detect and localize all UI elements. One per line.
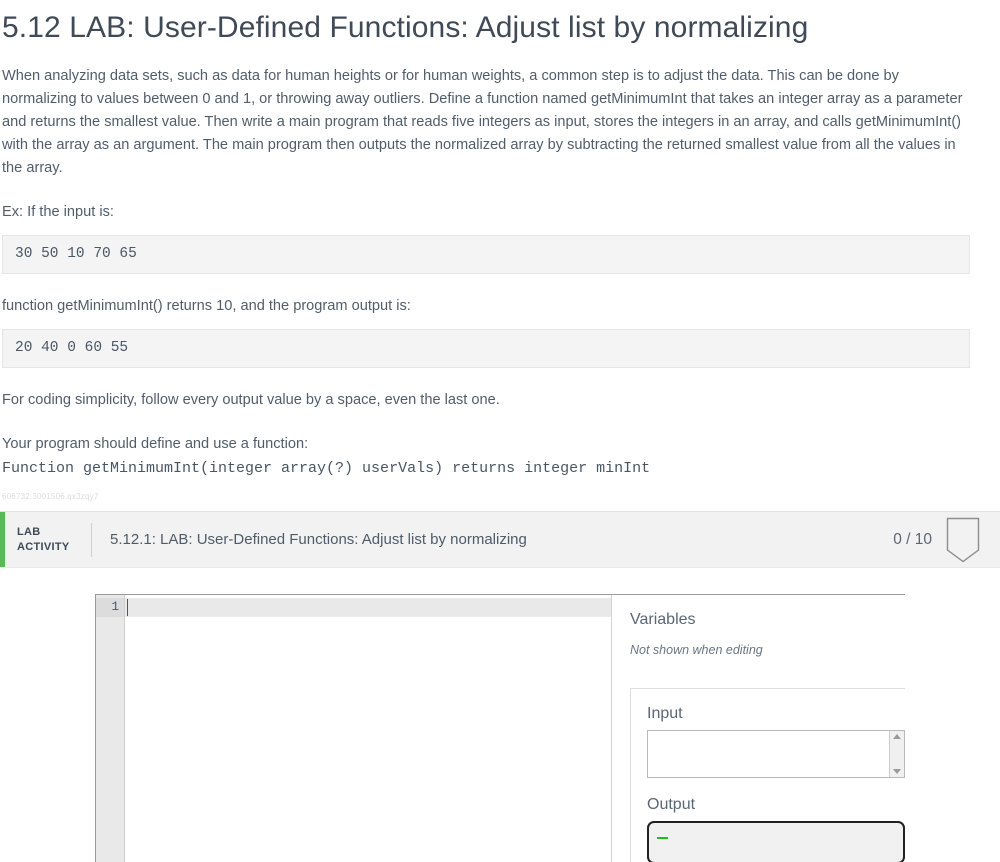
input-scrollbar[interactable] bbox=[889, 731, 904, 777]
arrow-up-icon[interactable] bbox=[893, 734, 901, 739]
input-label: Input bbox=[647, 705, 683, 722]
input-textarea[interactable] bbox=[648, 731, 889, 777]
activity-kind-line-1: LAB bbox=[17, 525, 41, 538]
lab-activity-section: LAB ACTIVITY 5.12.1: LAB: User-Defined F… bbox=[0, 511, 1000, 862]
activity-title: 5.12.1: LAB: User-Defined Functions: Adj… bbox=[110, 531, 527, 548]
variables-io-panel: Variables Not shown when editing Input O… bbox=[612, 595, 905, 862]
io-group: Input Output bbox=[630, 688, 905, 862]
activity-body: 1 Variables Not shown when editing Input bbox=[0, 568, 1000, 862]
intro-paragraph: When analyzing data sets, such as data f… bbox=[2, 68, 963, 176]
activity-kind-label: LAB ACTIVITY bbox=[17, 525, 91, 555]
code-editor[interactable]: 1 bbox=[96, 595, 612, 862]
define-function-note: Your program should define and use a fun… bbox=[2, 436, 309, 452]
page-title: 5.12 LAB: User-Defined Functions: Adjust… bbox=[2, 11, 809, 44]
example-input-code: 30 50 10 70 65 bbox=[2, 235, 970, 274]
example-output-code: 20 40 0 60 55 bbox=[2, 329, 970, 368]
input-textarea-wrapper[interactable] bbox=[647, 730, 905, 778]
arrow-down-icon[interactable] bbox=[893, 769, 901, 774]
variables-note: Not shown when editing bbox=[630, 643, 763, 657]
coding-simplicity-note: For coding simplicity, follow every outp… bbox=[2, 392, 500, 408]
activity-kind-line-2: ACTIVITY bbox=[17, 540, 70, 553]
gutter-line-number: 1 bbox=[96, 598, 124, 617]
function-signature: Function getMinimumInt(integer array(?) … bbox=[2, 460, 651, 477]
text-caret bbox=[127, 599, 128, 616]
output-box bbox=[647, 821, 905, 862]
editor-code-area[interactable] bbox=[125, 595, 611, 862]
lab-page: 5.12 LAB: User-Defined Functions: Adjust… bbox=[0, 0, 1000, 862]
activity-accent-bar bbox=[0, 512, 5, 567]
activity-score: 0 / 10 bbox=[893, 530, 932, 548]
activity-hash-id: 606732.3001506.qx3zqy7 bbox=[2, 492, 99, 501]
variables-heading: Variables bbox=[630, 611, 696, 628]
editor-container: 1 Variables Not shown when editing Input bbox=[95, 594, 905, 862]
editor-gutter: 1 bbox=[96, 595, 125, 862]
editor-active-line[interactable] bbox=[125, 598, 611, 617]
example-input-label: Ex: If the input is: bbox=[2, 204, 114, 220]
shield-badge-icon bbox=[946, 517, 980, 562]
output-cursor-icon bbox=[657, 836, 668, 839]
output-label: Output bbox=[647, 796, 696, 813]
activity-header: LAB ACTIVITY 5.12.1: LAB: User-Defined F… bbox=[0, 512, 1000, 568]
returns-description: function getMinimumInt() returns 10, and… bbox=[2, 298, 411, 314]
